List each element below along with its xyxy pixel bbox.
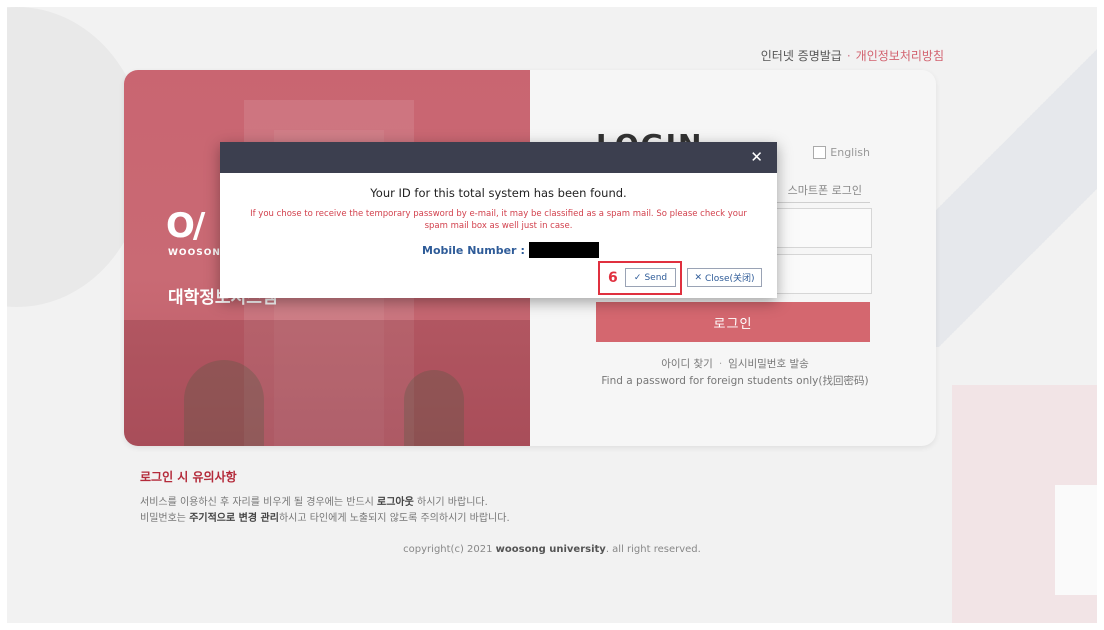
tree-shape (184, 360, 264, 446)
tab-smartphone-login[interactable]: 스마트폰 로그인 (788, 182, 862, 198)
foreign-student-password-link[interactable]: Find a password for foreign students onl… (590, 373, 880, 390)
find-links-separator: · (718, 358, 723, 370)
tree-shape (404, 370, 464, 446)
top-links-separator: · (846, 49, 851, 63)
privacy-policy-link[interactable]: 개인정보처리방침 (856, 49, 944, 63)
dialog-body: Your ID for this total system has been f… (220, 173, 777, 298)
send-label: Send (644, 272, 668, 283)
notice-line-2: 비밀번호는 주기적으로 변경 관리하시고 타인에게 노출되지 않도록 주의하시기… (140, 513, 510, 524)
english-toggle[interactable]: English (813, 146, 870, 159)
dialog-header: ✕ (220, 142, 777, 173)
dialog-title: Your ID for this total system has been f… (370, 186, 627, 200)
mobile-number-row: Mobile Number : (422, 242, 599, 258)
find-id-link[interactable]: 아이디 찾기 (661, 358, 713, 370)
x-icon: ✕ (694, 272, 702, 283)
english-label: English (830, 146, 870, 159)
find-account-links: 아이디 찾기 · 임시비밀번호 발송 Find a password for for… (590, 356, 880, 390)
notice-line-1: 서비스를 이용하신 후 자리를 비우게 될 경우에는 반드시 로그아웃 하시기 … (140, 497, 488, 508)
certificate-link[interactable]: 인터넷 증명발급 (761, 49, 842, 63)
notice-heading: 로그인 시 유의사항 (140, 470, 237, 484)
mobile-number-label: Mobile Number (422, 243, 517, 257)
background-white-block (1055, 485, 1097, 595)
english-checkbox[interactable] (813, 146, 827, 159)
close-button[interactable]: ✕ Close(关闭) (687, 268, 762, 287)
redacted-mobile-number (528, 242, 599, 258)
temp-password-link[interactable]: 임시비밀번호 발송 (728, 358, 809, 370)
university-logo-mark: O/ (166, 206, 205, 246)
spam-warning-text: If you chose to receive the temporary pa… (250, 209, 747, 231)
close-label: Close(关闭) (705, 274, 755, 284)
step-number: 6 (608, 270, 618, 286)
close-icon[interactable]: ✕ (750, 148, 763, 166)
login-button[interactable]: 로그인 (596, 302, 870, 342)
send-button[interactable]: ✓ Send (625, 268, 676, 287)
top-links: 인터넷 증명발급 · 개인정보처리방침 (761, 47, 944, 64)
copyright-footer: copyright(c) 2021 woosong university. al… (403, 544, 701, 555)
login-notice: 로그인 시 유의사항 서비스를 이용하신 후 자리를 비우게 될 경우에는 반드… (140, 468, 510, 527)
mobile-number-colon: : (520, 243, 525, 257)
check-icon: ✓ (633, 272, 642, 283)
id-found-dialog: ✕ Your ID for this total system has been… (220, 142, 777, 298)
